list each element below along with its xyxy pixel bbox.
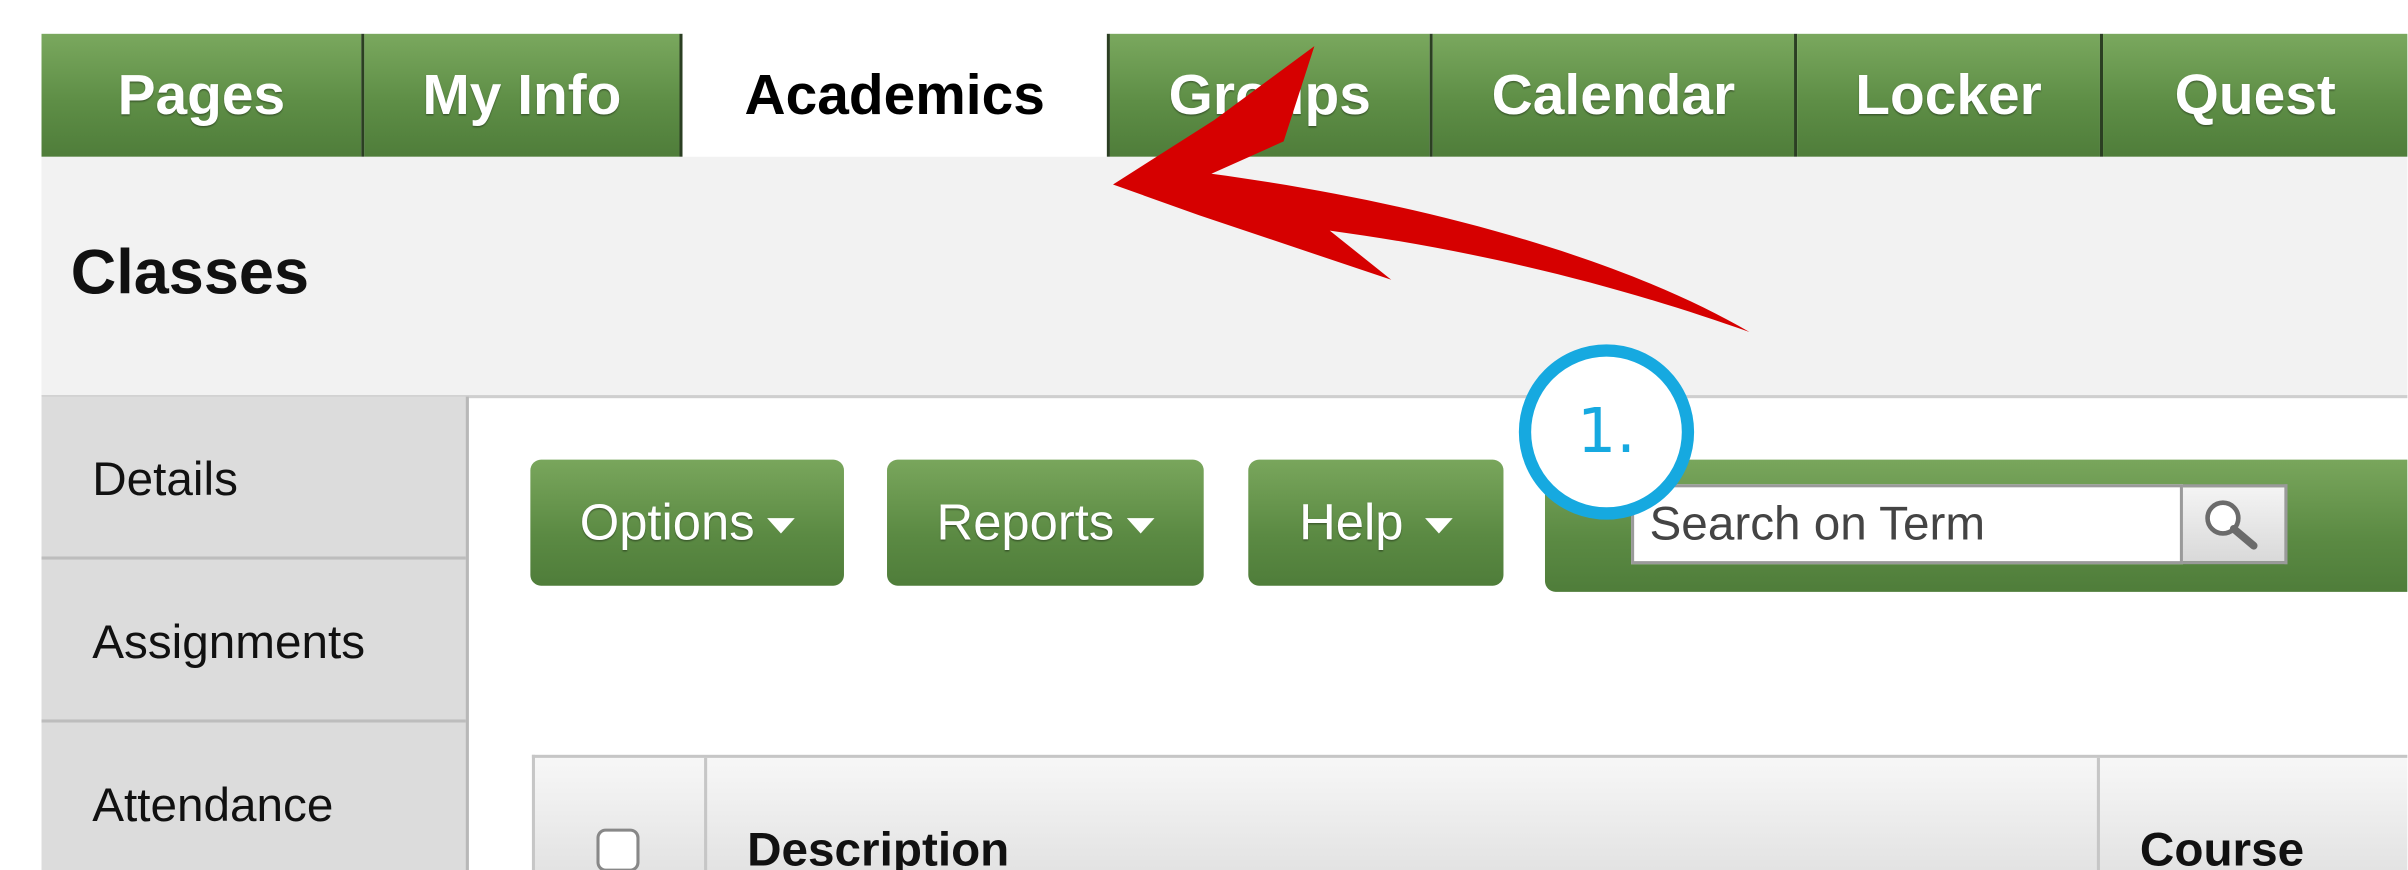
options-button-label: Options (579, 493, 755, 551)
tab-groups[interactable]: Groups (1109, 33, 1433, 157)
tab-my-info[interactable]: My Info (364, 33, 683, 157)
select-all-column (535, 757, 708, 870)
search-input[interactable] (1631, 484, 2183, 565)
tab-label: My Info (422, 63, 622, 127)
sidebar-item-label: Details (92, 451, 238, 506)
help-button-label: Help (1299, 493, 1404, 551)
main-tab-bar: Pages My Info Academics Groups Calendar … (41, 33, 2408, 157)
chevron-down-icon (1424, 518, 1453, 534)
page-title: Classes (70, 236, 310, 308)
chevron-down-icon (766, 518, 795, 534)
sidebar-item-attendance[interactable]: Attendance (42, 723, 466, 870)
tab-label: Locker (1855, 63, 2042, 127)
tab-label: Calendar (1491, 63, 1736, 127)
tab-calendar[interactable]: Calendar (1432, 33, 1798, 157)
column-header-course[interactable]: Course (2140, 822, 2304, 870)
step-number-label: 1. (1577, 396, 1636, 468)
page-header: Classes (41, 156, 2408, 399)
tab-label: Quest (2174, 63, 2336, 127)
search-icon (2205, 500, 2258, 550)
reports-button[interactable]: Reports (887, 459, 1204, 586)
sidebar-item-label: Attendance (92, 777, 334, 832)
help-button[interactable]: Help (1248, 459, 1504, 586)
screenshot-stage: Pages My Info Academics Groups Calendar … (0, 0, 2408, 870)
sidebar: Details Assignments Attendance (41, 396, 469, 870)
tab-pages[interactable]: Pages (41, 33, 365, 157)
tab-label: Groups (1168, 63, 1371, 127)
select-all-checkbox[interactable] (596, 828, 640, 870)
column-header-description[interactable]: Description (704, 757, 2100, 870)
sidebar-item-assignments[interactable]: Assignments (41, 560, 466, 723)
tab-label: Pages (117, 63, 286, 127)
search-button[interactable] (2182, 484, 2288, 565)
tab-academics[interactable]: Academics (682, 33, 1110, 157)
options-button[interactable]: Options (530, 459, 844, 586)
chevron-down-icon (1126, 518, 1155, 534)
column-header-label: Description (747, 822, 1010, 870)
sidebar-item-details[interactable]: Details (41, 397, 466, 560)
classes-table-header: Description Course (531, 754, 2408, 870)
step-number-badge: 1. (1518, 344, 1695, 520)
tab-label: Academics (744, 63, 1045, 127)
tab-locker[interactable]: Locker (1797, 33, 2104, 157)
tab-quest[interactable]: Quest (2103, 33, 2408, 157)
reports-button-label: Reports (936, 493, 1115, 551)
sidebar-item-label: Assignments (92, 614, 366, 669)
